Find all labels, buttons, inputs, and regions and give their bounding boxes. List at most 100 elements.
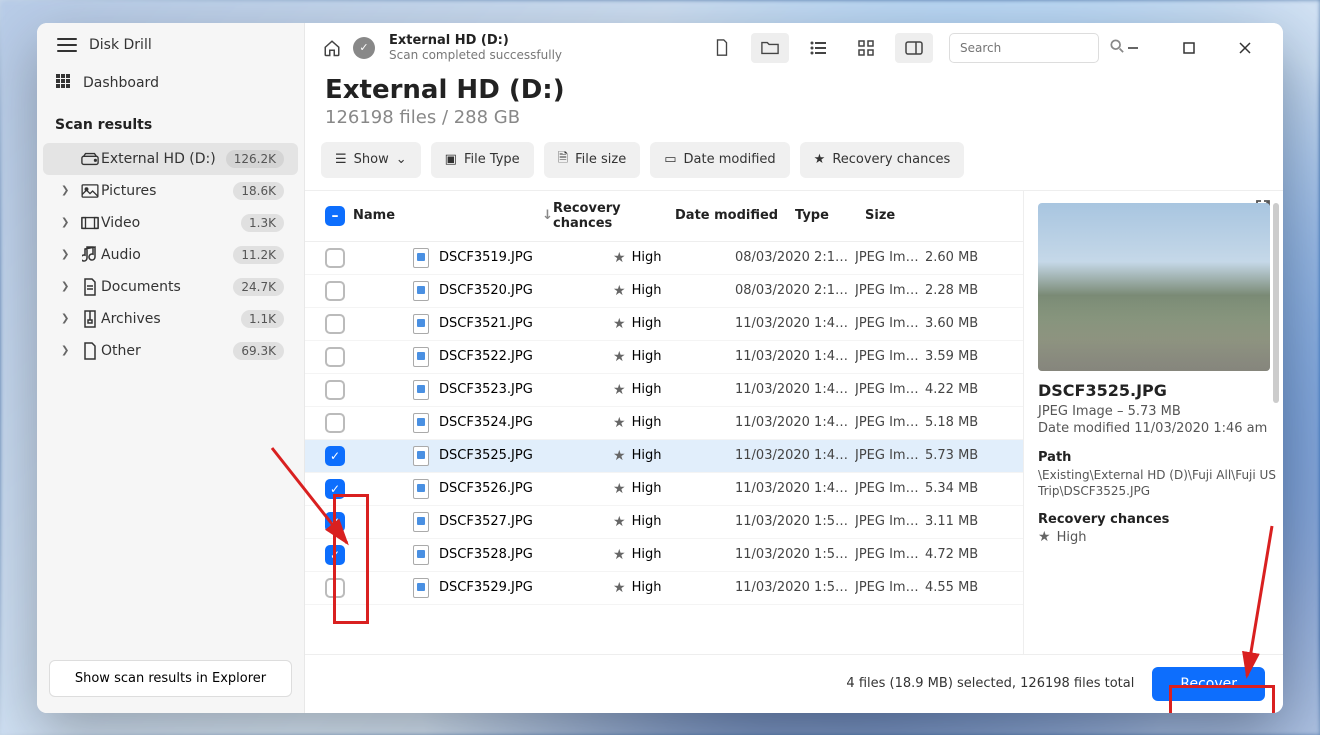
preview-title: DSCF3525.JPG xyxy=(1038,381,1283,400)
menu-icon[interactable] xyxy=(57,38,77,52)
file-date: 11/03/2020 1:46… xyxy=(735,481,855,496)
file-name: DSCF3519.JPG xyxy=(439,250,533,265)
view-split-icon[interactable] xyxy=(895,33,933,63)
recover-button[interactable]: Recover xyxy=(1152,667,1265,701)
file-size: 4.22 MB xyxy=(925,382,1011,397)
select-all-checkbox[interactable] xyxy=(325,206,345,226)
table-row[interactable]: DSCF3528.JPG★High11/03/2020 1:50…JPEG Im… xyxy=(305,539,1023,572)
file-recovery: High xyxy=(632,382,662,397)
table-row[interactable]: DSCF3526.JPG★High11/03/2020 1:46…JPEG Im… xyxy=(305,473,1023,506)
file-recovery: High xyxy=(632,415,662,430)
show-in-explorer-button[interactable]: Show scan results in Explorer xyxy=(49,660,292,697)
chevron-right-icon: ❯ xyxy=(61,345,79,356)
star-icon: ★ xyxy=(613,316,626,332)
sidebar-item-documents[interactable]: ❯Documents24.7K xyxy=(43,271,298,303)
table-row[interactable]: DSCF3527.JPG★High11/03/2020 1:50…JPEG Im… xyxy=(305,506,1023,539)
table-row[interactable]: DSCF3524.JPG★High11/03/2020 1:46…JPEG Im… xyxy=(305,407,1023,440)
table-row[interactable]: DSCF3522.JPG★High11/03/2020 1:43…JPEG Im… xyxy=(305,341,1023,374)
file-list-pane: Name ↓ Recovery chances Date modified Ty… xyxy=(305,191,1023,654)
filter-file-type[interactable]: ▣ File Type xyxy=(431,142,534,178)
view-list-icon[interactable] xyxy=(799,33,837,63)
sidebar-item-external-hd-d-[interactable]: External HD (D:)126.2K xyxy=(43,143,298,175)
sidebar-item-pictures[interactable]: ❯Pictures18.6K xyxy=(43,175,298,207)
file-rows: DSCF3519.JPG★High08/03/2020 2:12…JPEG Im… xyxy=(305,242,1023,654)
star-icon: ★ xyxy=(613,547,626,563)
pictures-icon xyxy=(79,184,101,198)
maximize-button[interactable] xyxy=(1167,33,1211,63)
row-checkbox[interactable] xyxy=(325,248,345,268)
view-file-icon[interactable] xyxy=(703,33,741,63)
sidebar-item-other[interactable]: ❯Other69.3K xyxy=(43,335,298,367)
preview-path-label: Path xyxy=(1038,450,1283,465)
minimize-button[interactable] xyxy=(1111,33,1155,63)
preview-meta-type: JPEG Image – 5.73 MB xyxy=(1038,404,1283,419)
file-size: 5.73 MB xyxy=(925,448,1011,463)
audio-icon xyxy=(79,246,101,264)
column-name[interactable]: Name ↓ xyxy=(353,208,553,223)
column-recovery[interactable]: Recovery chances xyxy=(553,201,675,231)
selection-status: 4 files (18.9 MB) selected, 126198 files… xyxy=(846,676,1134,691)
home-icon[interactable] xyxy=(321,37,343,59)
view-grid-icon[interactable] xyxy=(847,33,885,63)
star-icon: ★ xyxy=(814,152,826,167)
file-size: 2.28 MB xyxy=(925,283,1011,298)
filter-recovery-chances[interactable]: ★ Recovery chances xyxy=(800,142,965,178)
file-name: DSCF3528.JPG xyxy=(439,547,533,562)
sliders-icon: ☰ xyxy=(335,152,347,167)
row-checkbox[interactable] xyxy=(325,281,345,301)
table-row[interactable]: DSCF3523.JPG★High11/03/2020 1:44…JPEG Im… xyxy=(305,374,1023,407)
file-recovery: High xyxy=(632,580,662,595)
column-type[interactable]: Type xyxy=(795,208,865,223)
file-type: JPEG Im… xyxy=(855,250,925,265)
preview-scrollbar[interactable] xyxy=(1273,203,1279,583)
close-button[interactable] xyxy=(1223,33,1267,63)
star-icon: ★ xyxy=(613,481,626,497)
column-date[interactable]: Date modified xyxy=(675,208,795,223)
row-checkbox[interactable] xyxy=(325,479,345,499)
filter-show[interactable]: ☰ Show ⌄ xyxy=(321,142,421,178)
page-title: External HD (D:) xyxy=(325,75,1263,105)
content-area: Name ↓ Recovery chances Date modified Ty… xyxy=(305,190,1283,654)
sidebar-item-label: External HD (D:) xyxy=(101,151,226,167)
header-title: External HD (D:) xyxy=(389,33,562,48)
filter-date-modified[interactable]: ▭ Date modified xyxy=(650,142,789,178)
row-checkbox[interactable] xyxy=(325,413,345,433)
file-name: DSCF3522.JPG xyxy=(439,349,533,364)
app-window: Disk Drill Dashboard Scan results Extern… xyxy=(37,23,1283,713)
drive-icon xyxy=(79,152,101,166)
table-row[interactable]: DSCF3520.JPG★High08/03/2020 2:12…JPEG Im… xyxy=(305,275,1023,308)
file-recovery: High xyxy=(632,283,662,298)
sidebar-item-count: 11.2K xyxy=(233,246,284,264)
row-checkbox[interactable] xyxy=(325,347,345,367)
column-size[interactable]: Size xyxy=(865,208,951,223)
row-checkbox[interactable] xyxy=(325,314,345,334)
row-checkbox[interactable] xyxy=(325,380,345,400)
table-row[interactable]: DSCF3521.JPG★High11/03/2020 1:43…JPEG Im… xyxy=(305,308,1023,341)
search-input[interactable] xyxy=(949,33,1099,63)
filter-file-size[interactable]: 🗎 File size xyxy=(544,142,641,178)
file-size: 3.60 MB xyxy=(925,316,1011,331)
table-row[interactable]: DSCF3525.JPG★High11/03/2020 1:46…JPEG Im… xyxy=(305,440,1023,473)
row-checkbox[interactable] xyxy=(325,545,345,565)
search-field[interactable] xyxy=(960,41,1110,55)
row-checkbox[interactable] xyxy=(325,446,345,466)
file-type: JPEG Im… xyxy=(855,349,925,364)
calendar-icon: ▭ xyxy=(664,152,676,167)
file-type: JPEG Im… xyxy=(855,382,925,397)
star-icon: ★ xyxy=(613,514,626,530)
sidebar-item-audio[interactable]: ❯Audio11.2K xyxy=(43,239,298,271)
sidebar: Disk Drill Dashboard Scan results Extern… xyxy=(37,23,305,713)
view-folder-icon[interactable] xyxy=(751,33,789,63)
sidebar-item-archives[interactable]: ❯Archives1.1K xyxy=(43,303,298,335)
filter-bar: ☰ Show ⌄ ▣ File Type 🗎 File size ▭ Date … xyxy=(305,142,1283,190)
sidebar-item-video[interactable]: ❯Video1.3K xyxy=(43,207,298,239)
row-checkbox[interactable] xyxy=(325,578,345,598)
preview-recovery-value: ★High xyxy=(1038,529,1283,545)
table-row[interactable]: DSCF3519.JPG★High08/03/2020 2:12…JPEG Im… xyxy=(305,242,1023,275)
sidebar-item-label: Audio xyxy=(101,247,233,263)
row-checkbox[interactable] xyxy=(325,512,345,532)
table-row[interactable]: DSCF3529.JPG★High11/03/2020 1:51…JPEG Im… xyxy=(305,572,1023,605)
app-title: Disk Drill xyxy=(89,37,152,53)
file-thumbnail-icon xyxy=(413,446,429,466)
nav-dashboard[interactable]: Dashboard xyxy=(37,63,304,103)
